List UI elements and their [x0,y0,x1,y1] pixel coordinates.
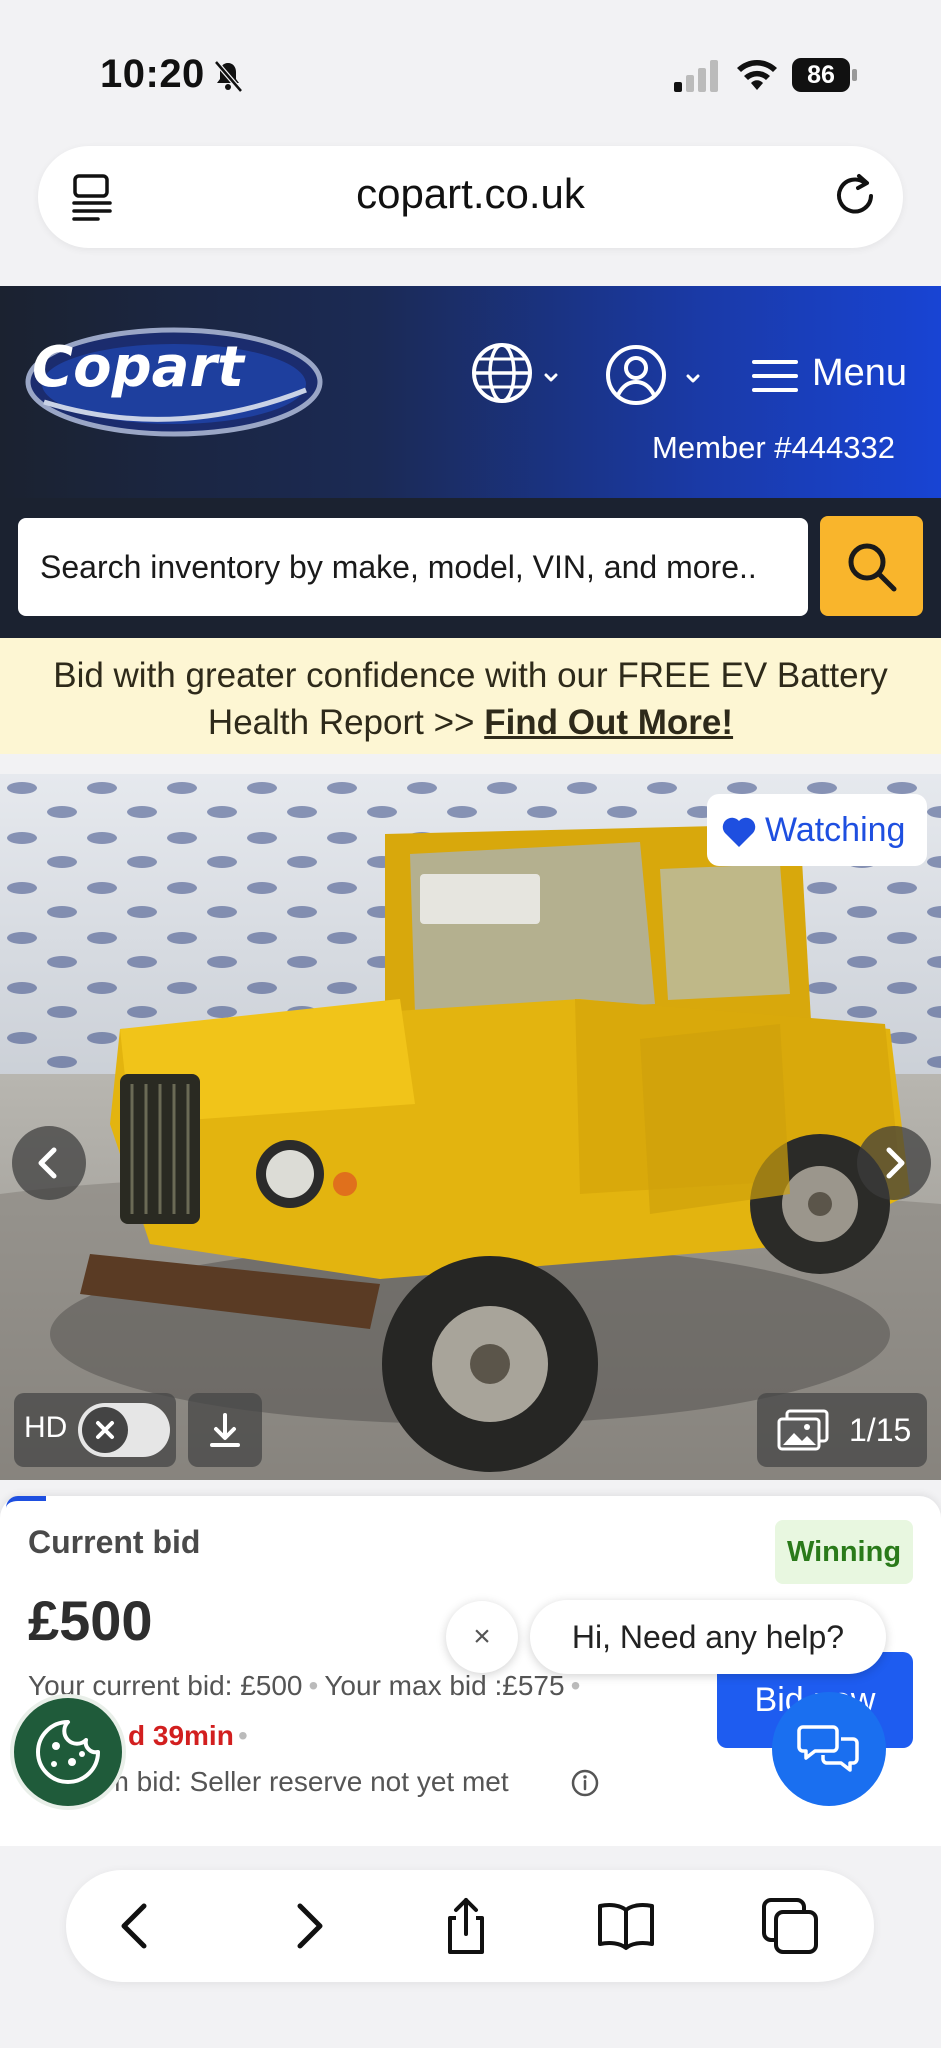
signal-icon [674,60,718,92]
bid-details: Your current bid: £500 • Your max bid :£57… [28,1670,581,1701]
back-icon[interactable] [106,1896,166,1956]
battery-icon: 86 [792,58,858,92]
chevron-left-icon [38,1147,57,1179]
share-icon[interactable] [436,1896,496,1956]
current-bid-amount: £500 [28,1589,153,1652]
chevron-right-icon [886,1147,905,1179]
reserve-status: um bid: Seller reserve not yet met [90,1766,509,1797]
chat-close-button[interactable]: × [446,1601,518,1673]
chat-prompt-bubble[interactable]: Hi, Need any help? [530,1600,886,1674]
language-selector[interactable] [470,340,562,410]
logo-text: Copart [32,335,246,400]
account-selector[interactable] [604,340,704,410]
banner-text: Bid with greater confidence with our FRE… [53,656,888,742]
vehicle-image [0,774,941,1480]
tabs-overview-icon[interactable] [760,1896,820,1956]
vehicle-photo[interactable] [0,774,941,1480]
gallery-icon [777,1409,829,1451]
reload-icon[interactable] [833,172,879,222]
hamburger-icon [752,360,798,392]
image-counter[interactable]: 1/15 [757,1393,927,1467]
ev-battery-banner: Bid with greater confidence with our FRE… [0,638,941,754]
bid-card-accent [6,1496,46,1508]
forward-icon[interactable] [278,1896,338,1956]
member-number: Member #444332 [652,430,895,465]
image-counter-label: 1/15 [849,1412,912,1448]
your-max-bid: Your max bid :£575 [324,1670,565,1701]
user-icon [606,345,700,405]
search-icon [848,543,897,592]
hd-toggle[interactable] [78,1403,170,1457]
cookie-icon [36,1720,100,1784]
wifi-icon [737,60,777,90]
status-badge: Winning [775,1520,913,1584]
hd-label: HD [24,1411,68,1444]
battery-level: 86 [807,61,835,89]
cookie-settings-button[interactable] [10,1694,126,1810]
status-time: 10:20 [100,52,205,96]
download-icon [210,1413,240,1447]
url-text[interactable]: copart.co.uk [0,170,941,218]
current-bid-label: Current bid [28,1524,201,1560]
info-icon[interactable] [570,1768,600,1798]
hd-toggle-container: HD [14,1393,176,1467]
download-button[interactable] [188,1393,262,1467]
watching-button[interactable]: Watching [707,794,927,866]
copart-logo[interactable]: Copart [24,324,324,440]
chat-button[interactable] [772,1692,886,1806]
hd-toggle-knob [82,1407,128,1453]
bell-slash-icon [214,60,243,93]
chat-icon [797,1725,859,1772]
search-button[interactable] [820,516,923,616]
previous-image-button[interactable] [12,1126,86,1200]
globe-icon [472,343,558,403]
time-left: d 39min [128,1720,234,1751]
bookmarks-icon[interactable] [596,1896,656,1956]
menu-label: Menu [812,352,908,394]
watching-label: Watching [765,811,906,849]
heart-icon [722,817,756,847]
search-input[interactable] [18,518,808,616]
separator-dot: • [238,1720,248,1751]
find-out-more-link[interactable]: Find Out More! [484,703,733,742]
close-icon [96,1421,114,1439]
next-image-button[interactable] [857,1126,931,1200]
menu-button[interactable]: Menu [752,348,912,404]
